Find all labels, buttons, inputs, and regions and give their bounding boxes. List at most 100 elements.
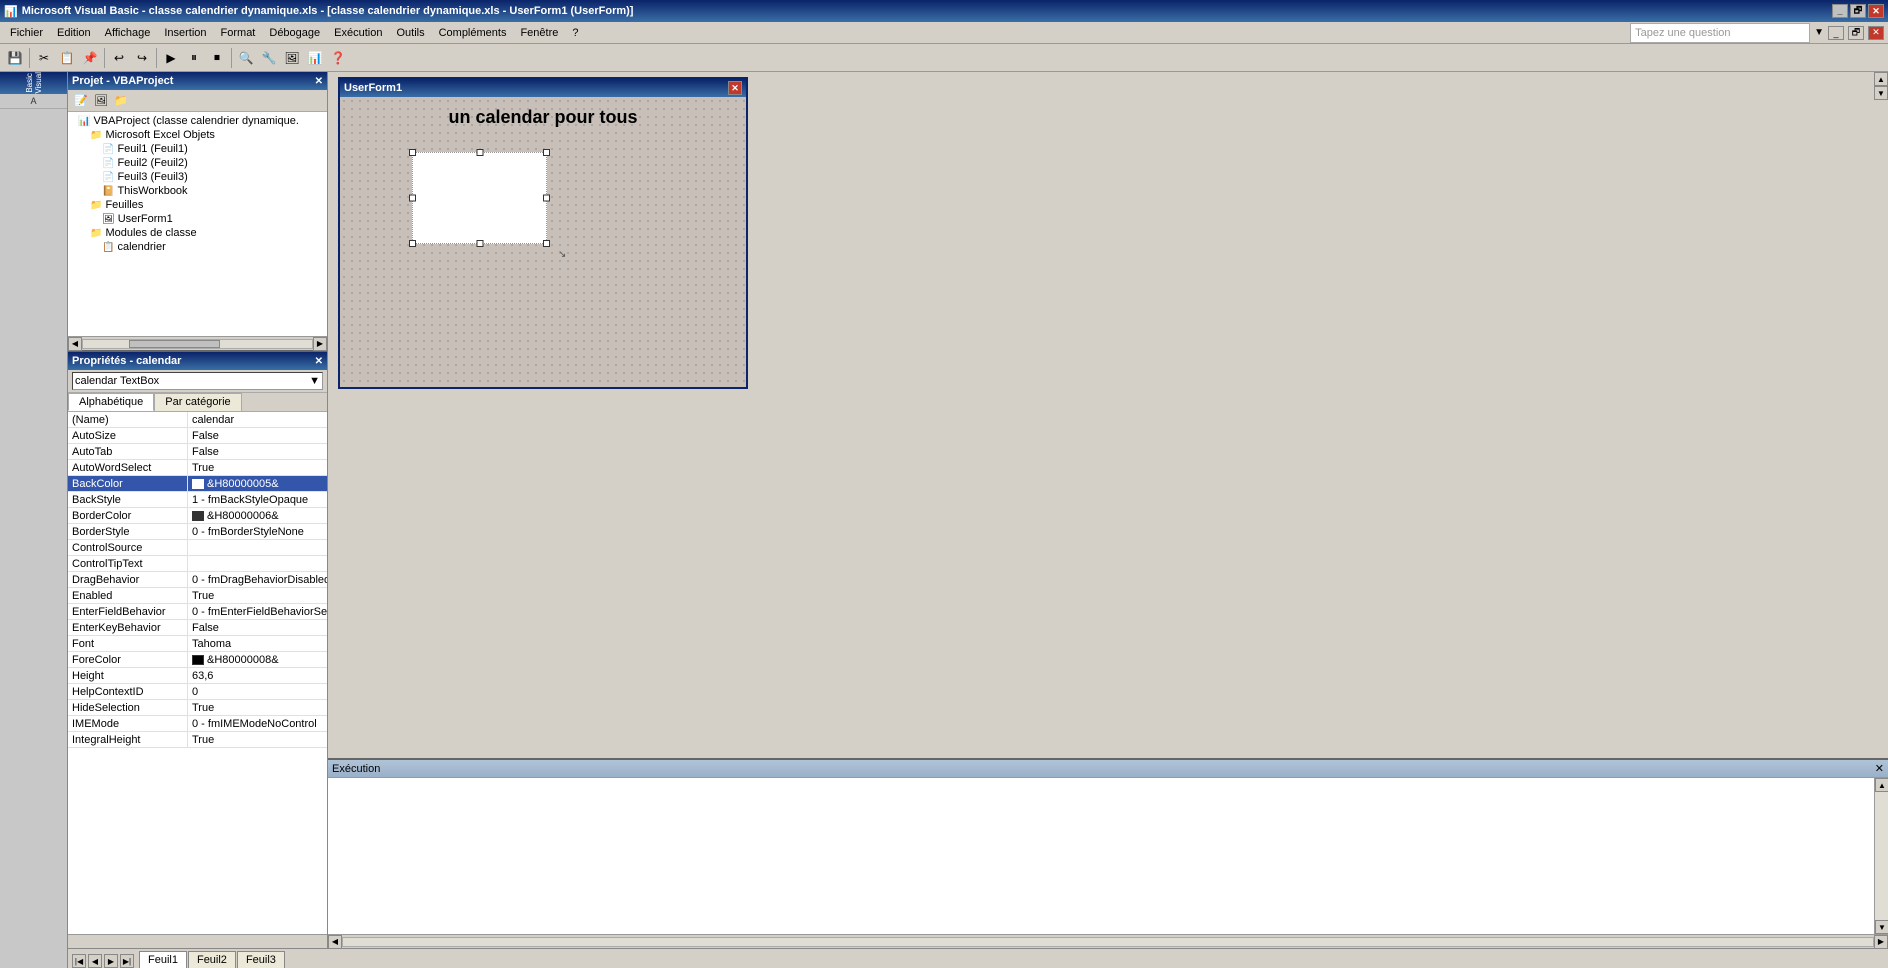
menu-insertion[interactable]: Insertion (158, 25, 212, 41)
project-hscroll[interactable]: ◀ ▶ (68, 336, 327, 350)
question-dropdown[interactable]: ▼ (1814, 27, 1824, 38)
project-toggle-folders[interactable]: 📁 (112, 92, 130, 110)
excel-tab-feuil3[interactable]: Feuil3 (237, 951, 285, 968)
menu-affichage[interactable]: Affichage (99, 25, 157, 41)
tree-excel-objects[interactable]: 📁 Microsoft Excel Objets (70, 128, 325, 142)
prop-row-imemode[interactable]: IMEMode 0 - fmIMEModeNoControl (68, 716, 327, 732)
restore-button[interactable]: 🗗 (1850, 4, 1866, 18)
excel-tab-feuil1[interactable]: Feuil1 (139, 951, 187, 968)
prop-row-borderstyle[interactable]: BorderStyle 0 - fmBorderStyleNone (68, 524, 327, 540)
userform-close[interactable]: ✕ (728, 81, 742, 95)
toolbar-userform[interactable]: 🖼 (281, 47, 303, 69)
prop-row-enabled[interactable]: Enabled True (68, 588, 327, 604)
prop-row-bordercolor[interactable]: BorderColor &H80000006& (68, 508, 327, 524)
handle-mr[interactable] (543, 195, 550, 202)
tab-nav-last[interactable]: ▶| (120, 954, 134, 968)
exec-panel-close[interactable]: ✕ (1875, 762, 1884, 775)
prop-row-backcolor[interactable]: BackColor &H80000005& (68, 476, 327, 492)
tree-calendrier[interactable]: 📋 calendrier (70, 240, 325, 254)
userform-window[interactable]: UserForm1 ✕ un calendar pour tous (338, 77, 748, 389)
prop-row-autosize[interactable]: AutoSize False (68, 428, 327, 444)
toolbar-find[interactable]: 🔍 (235, 47, 257, 69)
prop-row-controltiptext[interactable]: ControlTipText (68, 556, 327, 572)
prop-table[interactable]: (Name) calendar AutoSize False AutoTab F… (68, 412, 327, 934)
tree-feuil3[interactable]: 📄 Feuil3 (Feuil3) (70, 170, 325, 184)
tab-nav-prev[interactable]: ◀ (88, 954, 102, 968)
toolbar-debug[interactable]: 🔧 (258, 47, 280, 69)
tree-feuil2[interactable]: 📄 Feuil2 (Feuil2) (70, 156, 325, 170)
prop-scrollbar[interactable] (68, 934, 327, 948)
exec-scroll-track[interactable] (1875, 792, 1888, 920)
menu-format[interactable]: Format (215, 25, 262, 41)
tree-thisworkbook[interactable]: 📔 ThisWorkbook (70, 184, 325, 198)
project-panel-close[interactable]: ✕ (315, 76, 323, 87)
handle-tr[interactable] (543, 149, 550, 156)
properties-panel-close[interactable]: ✕ (315, 356, 323, 367)
prop-row-forecolor[interactable]: ForeColor &H80000008& (68, 652, 327, 668)
menu-complements[interactable]: Compléments (433, 25, 513, 41)
tree-feuilles[interactable]: 📁 Feuilles (70, 198, 325, 212)
hscroll-thumb[interactable] (129, 340, 221, 348)
exec-hscroll-right[interactable]: ▶ (1874, 935, 1888, 949)
exec-hscroll-track[interactable] (342, 937, 1874, 947)
userform-label-control[interactable]: un calendar pour tous (448, 107, 637, 128)
prop-row-dragbehavior[interactable]: DragBehavior 0 - fmDragBehaviorDisabled (68, 572, 327, 588)
exec-hscroll[interactable]: ◀ ▶ (328, 934, 1888, 948)
menu-outils[interactable]: Outils (390, 25, 430, 41)
toolbar-paste[interactable]: 📌 (79, 47, 101, 69)
userform-body[interactable]: un calendar pour tous (340, 97, 746, 387)
prop-row-enterfieldbehavior[interactable]: EnterFieldBehavior 0 - fmEnterFieldBehav… (68, 604, 327, 620)
textbox-container[interactable] (412, 152, 547, 244)
toolbar-save[interactable]: 💾 (4, 47, 26, 69)
menu-fenetre[interactable]: Fenêtre (514, 25, 564, 41)
menu-fichier[interactable]: Fichier (4, 25, 49, 41)
prop-row-hideselection[interactable]: HideSelection True (68, 700, 327, 716)
tree-modules[interactable]: 📁 Modules de classe (70, 226, 325, 240)
hscroll-track[interactable] (82, 339, 313, 349)
tree-feuil1[interactable]: 📄 Feuil1 (Feuil1) (70, 142, 325, 156)
prop-tab-categories[interactable]: Par catégorie (154, 393, 241, 411)
designer-vscroll[interactable]: ▲ ▼ (1874, 72, 1888, 758)
question-box[interactable]: Tapez une question (1630, 23, 1810, 43)
handle-bl[interactable] (409, 240, 416, 247)
menu-execution[interactable]: Exécution (328, 25, 388, 41)
tab-nav-first[interactable]: |◀ (72, 954, 86, 968)
project-view-object[interactable]: 🖼 (92, 92, 110, 110)
close-button[interactable]: ✕ (1868, 4, 1884, 18)
exec-scroll-up[interactable]: ▲ (1875, 778, 1888, 792)
handle-ml[interactable] (409, 195, 416, 202)
prop-tab-alphabetique[interactable]: Alphabétique (68, 393, 154, 411)
vba-minimize[interactable]: _ (1828, 26, 1844, 40)
prop-row-font[interactable]: Font Tahoma (68, 636, 327, 652)
project-tree[interactable]: 📊 VBAProject (classe calendrier dynamiqu… (68, 112, 327, 336)
prop-row-enterkeybehavior[interactable]: EnterKeyBehavior False (68, 620, 327, 636)
toolbar-copy[interactable]: 📋 (56, 47, 78, 69)
toolbar-run[interactable]: ▶ (160, 47, 182, 69)
tree-userform1[interactable]: 🖼 UserForm1 (70, 212, 325, 226)
tab-nav-next[interactable]: ▶ (104, 954, 118, 968)
prop-row-name[interactable]: (Name) calendar (68, 412, 327, 428)
prop-control-select[interactable]: calendar TextBox ▼ (72, 372, 323, 390)
toolbar-chart[interactable]: 📊 (304, 47, 326, 69)
toolbar-help[interactable]: ❓ (327, 47, 349, 69)
prop-row-controlsource[interactable]: ControlSource (68, 540, 327, 556)
prop-row-height[interactable]: Height 63,6 (68, 668, 327, 684)
vba-restore[interactable]: 🗗 (1848, 26, 1864, 40)
handle-tl[interactable] (409, 149, 416, 156)
designer-scroll-up[interactable]: ▲ (1874, 72, 1888, 86)
prop-row-autotab[interactable]: AutoTab False (68, 444, 327, 460)
menu-edition[interactable]: Edition (51, 25, 97, 41)
prop-row-autowordselect[interactable]: AutoWordSelect True (68, 460, 327, 476)
toolbar-undo[interactable]: ↩ (108, 47, 130, 69)
toolbar-stop[interactable]: ⏹ (206, 47, 228, 69)
exec-scroll-down[interactable]: ▼ (1875, 920, 1888, 934)
hscroll-left[interactable]: ◀ (68, 337, 82, 351)
exec-body[interactable] (328, 778, 1874, 934)
handle-bc[interactable] (476, 240, 483, 247)
hscroll-right[interactable]: ▶ (313, 337, 327, 351)
toolbar-cut[interactable]: ✂ (33, 47, 55, 69)
form-designer-area[interactable]: UserForm1 ✕ un calendar pour tous (328, 72, 1888, 758)
handle-br[interactable] (543, 240, 550, 247)
exec-vscroll[interactable]: ▲ ▼ (1874, 778, 1888, 934)
prop-row-helpcontextid[interactable]: HelpContextID 0 (68, 684, 327, 700)
